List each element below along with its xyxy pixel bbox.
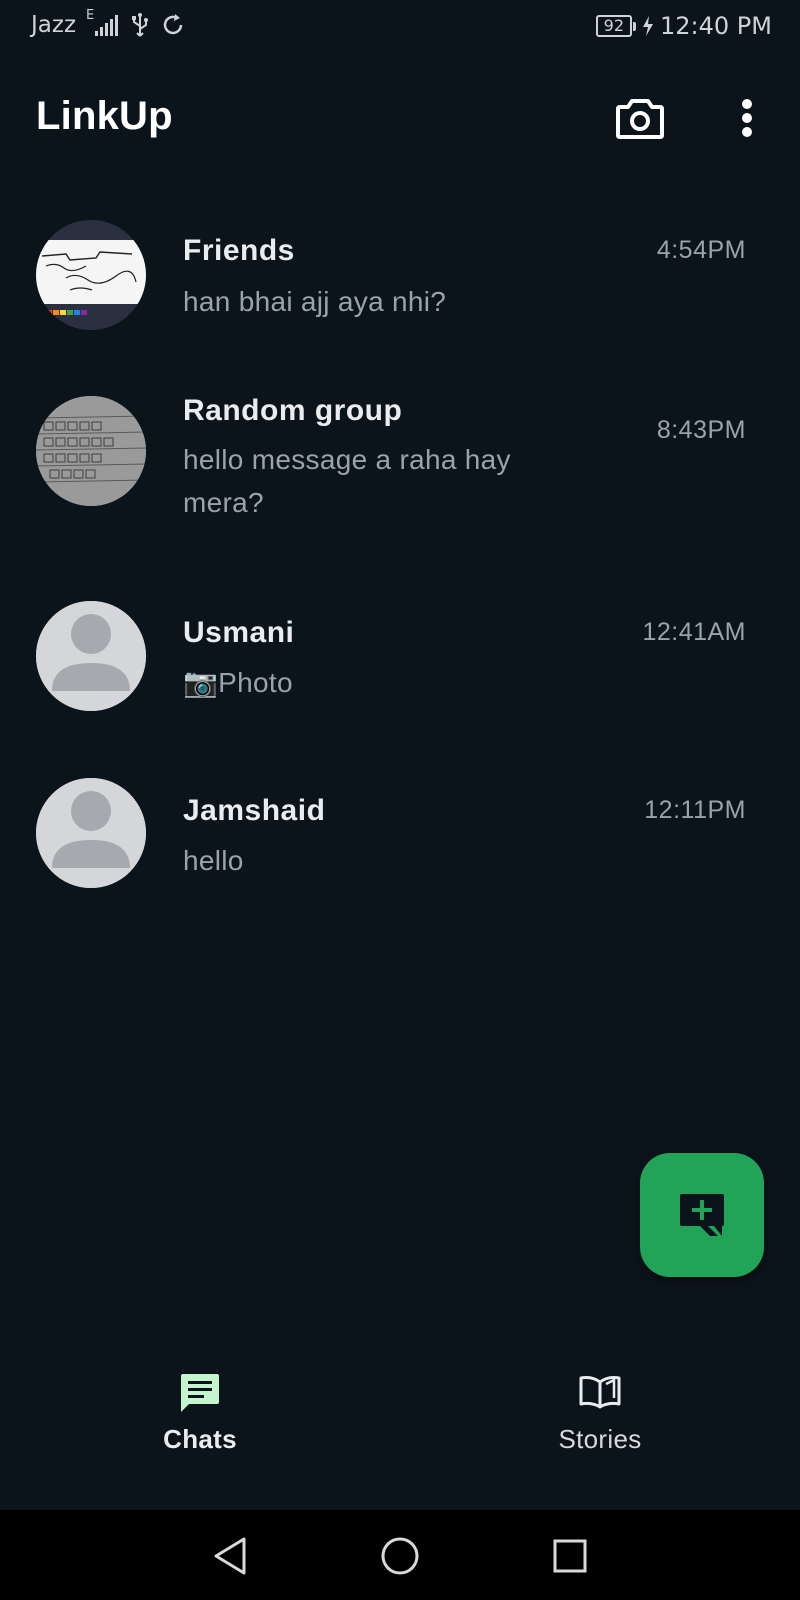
status-left: Jazz E [31, 8, 186, 38]
tab-stories-label: Stories [558, 1424, 642, 1454]
chat-name: Usmani [183, 616, 295, 649]
default-person-icon [36, 601, 146, 711]
more-vert-icon [742, 99, 752, 137]
chat-time: 8:43PM [656, 416, 746, 444]
book-open-icon [578, 1370, 622, 1414]
tab-chats[interactable]: Chats [100, 1370, 300, 1480]
battery-level: 92 [595, 15, 633, 37]
home-icon [381, 1537, 419, 1575]
back-button[interactable] [206, 1532, 254, 1580]
chat-icon [178, 1370, 222, 1414]
clock: 12:40 PM [660, 12, 772, 40]
recents-icon [553, 1539, 587, 1573]
chat-item-jamshaid[interactable]: Jamshaid hello 12:11PM [0, 758, 800, 908]
app-bar: LinkUp [0, 70, 800, 170]
sync-icon [160, 12, 186, 38]
usb-icon [130, 12, 150, 38]
avatar[interactable] [36, 396, 146, 506]
home-button[interactable] [376, 1532, 424, 1580]
bottom-navigation: Chats Stories [0, 1340, 800, 1510]
chat-time: 12:11PM [644, 796, 746, 824]
status-right: 92 12:40 PM [595, 12, 772, 40]
chat-item-friends[interactable]: Friends han bhai ajj aya nhi? 4:54PM [0, 210, 800, 350]
app-screen: Jazz E 92 12:40 PM LinkUp Friends han bh… [0, 0, 800, 1600]
signal-icon: E [86, 8, 120, 38]
system-navigation-bar [0, 1510, 800, 1600]
chat-name: Jamshaid [183, 794, 326, 827]
camera-button[interactable] [610, 88, 670, 148]
back-icon [214, 1537, 246, 1575]
chat-time: 4:54PM [656, 236, 746, 264]
app-title: LinkUp [36, 94, 173, 138]
chat-last-message: hello message a raha hay mera? [183, 444, 511, 518]
chat-item-random-group[interactable]: Random group hello message a raha hay me… [0, 380, 800, 560]
avatar[interactable] [36, 220, 146, 330]
avatar[interactable] [36, 601, 146, 711]
chat-time: 12:41AM [642, 618, 746, 646]
carrier-name: Jazz [31, 12, 77, 38]
chat-last-message: hello [183, 845, 244, 876]
camera-icon [616, 99, 664, 139]
chat-last-message: han bhai ajj aya nhi? [183, 286, 447, 317]
battery-icon: 92 [595, 15, 637, 37]
group-photo-notebook [36, 396, 146, 506]
tab-chats-label: Chats [163, 1424, 237, 1454]
new-chat-icon [680, 1194, 724, 1236]
tab-stories[interactable]: Stories [500, 1370, 700, 1480]
new-chat-button[interactable] [640, 1153, 764, 1277]
chat-item-usmani[interactable]: Usmani 📷Photo 12:41AM [0, 580, 800, 730]
chat-name: Random group [183, 394, 403, 427]
recents-button[interactable] [546, 1532, 594, 1580]
default-person-icon [36, 778, 146, 888]
more-options-button[interactable] [717, 88, 777, 148]
avatar[interactable] [36, 778, 146, 888]
charging-icon [642, 15, 654, 37]
chat-name: Friends [183, 234, 295, 267]
group-photo-whiteboard [36, 220, 146, 330]
chat-last-message: 📷Photo [183, 667, 293, 698]
status-bar: Jazz E 92 12:40 PM [0, 0, 800, 56]
